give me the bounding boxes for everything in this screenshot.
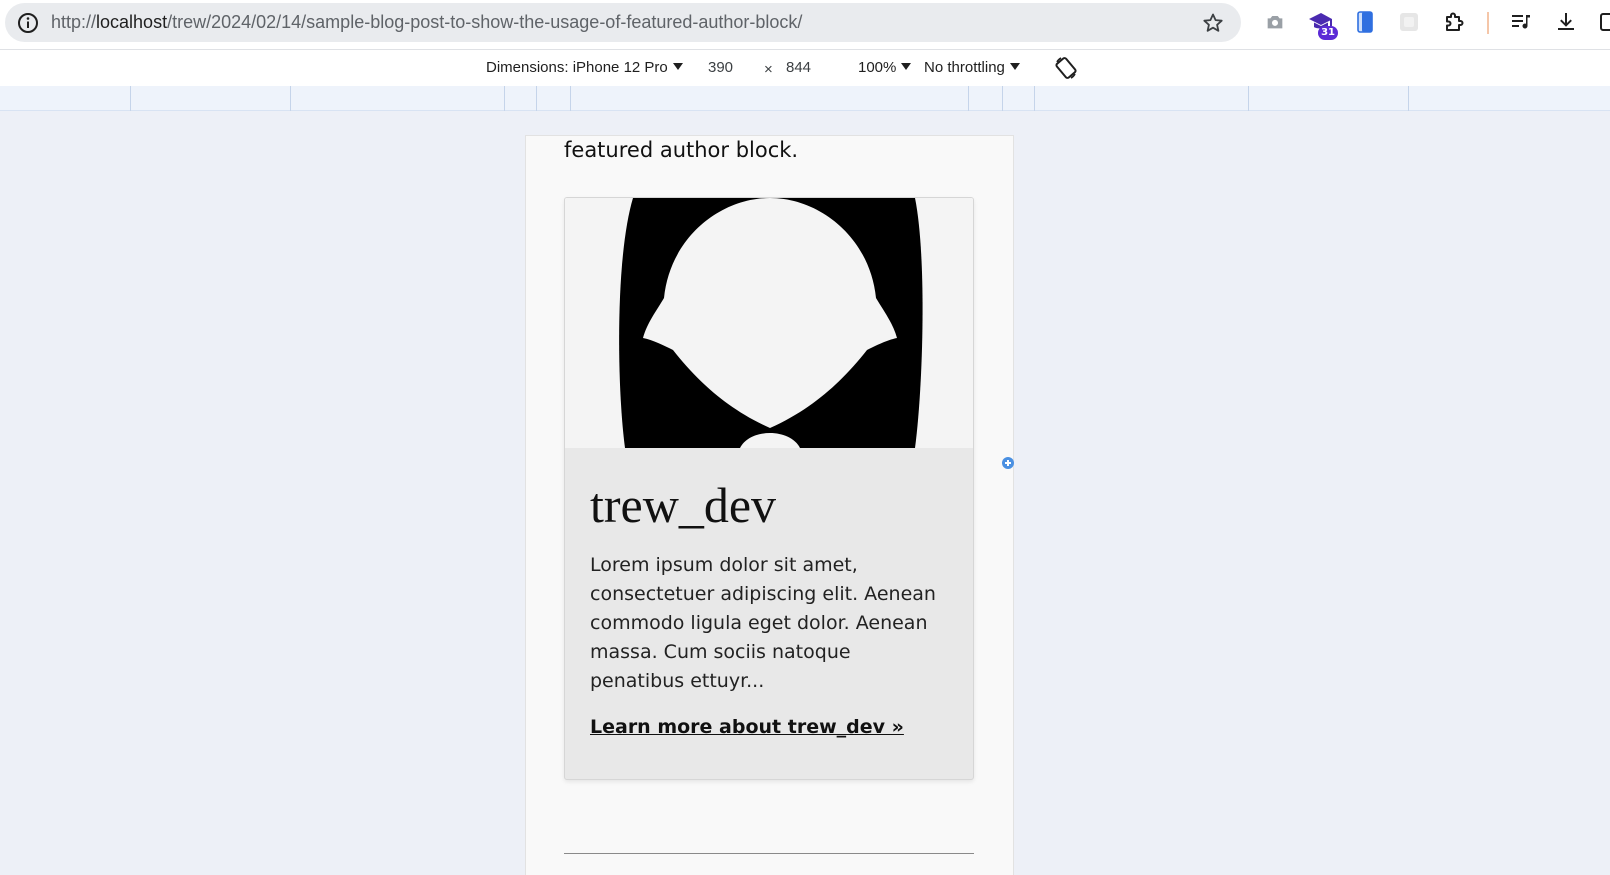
- ruler-tick: [1002, 86, 1003, 111]
- blank-extension-icon[interactable]: [1396, 9, 1422, 35]
- media-controls-icon[interactable]: [1508, 9, 1534, 35]
- content-divider: [564, 853, 974, 854]
- device-dimensions-label: Dimensions: iPhone 12 Pro: [486, 59, 668, 76]
- ruler-tick: [968, 86, 969, 111]
- default-avatar-icon: [565, 198, 973, 448]
- device-height-input[interactable]: 844: [786, 59, 811, 76]
- url-path: /trew/2024/02/14/sample-blog-post-to-sho…: [167, 12, 803, 32]
- media-query-ruler[interactable]: [0, 86, 1610, 111]
- throttling-select[interactable]: No throttling: [924, 59, 1020, 76]
- learn-more-author-link[interactable]: Learn more about trew_dev »: [590, 716, 904, 738]
- ruler-tick: [570, 86, 571, 111]
- featured-author-card: trew_dev Lorem ipsum dolor sit amet, con…: [564, 197, 974, 780]
- url-scheme: http://: [51, 12, 97, 32]
- device-dimensions-select[interactable]: Dimensions: iPhone 12 Pro: [486, 59, 683, 76]
- throttling-label: No throttling: [924, 59, 1005, 76]
- puzzle-extensions-icon[interactable]: [1441, 9, 1467, 35]
- graduation-cap-extension-icon[interactable]: 31: [1308, 9, 1338, 40]
- chevron-down-icon: [1009, 63, 1020, 70]
- phone-extension-icon[interactable]: [1352, 9, 1378, 35]
- browser-toolbar: http://localhost/trew/2024/02/14/sample-…: [0, 0, 1610, 48]
- chevron-down-icon: [901, 63, 912, 70]
- zoom-select[interactable]: 100%: [858, 59, 912, 76]
- resize-handle-icon[interactable]: [1001, 455, 1015, 471]
- device-width-input[interactable]: 390: [708, 59, 733, 76]
- ruler-tick: [1034, 86, 1035, 111]
- ruler-tick: [536, 86, 537, 111]
- address-bar[interactable]: http://localhost/trew/2024/02/14/sample-…: [5, 3, 1241, 42]
- author-name: trew_dev: [590, 477, 777, 533]
- dimension-separator: ×: [764, 61, 773, 78]
- chevron-down-icon: [672, 63, 683, 70]
- author-bio: Lorem ipsum dolor sit amet, consectetuer…: [590, 554, 936, 692]
- download-icon[interactable]: [1553, 9, 1579, 35]
- toolbar-separator: [1487, 12, 1489, 34]
- ruler-tick: [504, 86, 505, 111]
- url-text[interactable]: http://localhost/trew/2024/02/14/sample-…: [51, 12, 802, 33]
- split-view-icon[interactable]: [1596, 9, 1610, 35]
- info-icon[interactable]: [16, 11, 40, 35]
- extension-badge: 31: [1318, 26, 1338, 40]
- rotate-icon[interactable]: [1054, 55, 1078, 85]
- ruler-tick: [130, 86, 131, 111]
- star-icon[interactable]: [1201, 11, 1225, 35]
- device-viewport[interactable]: featured author block. trew_dev Lorem ip…: [525, 135, 1014, 875]
- url-host: localhost: [96, 12, 168, 32]
- camera-icon[interactable]: [1262, 9, 1288, 35]
- author-avatar: [565, 198, 973, 448]
- device-toolbar: Dimensions: iPhone 12 Pro 390 × 844 100%…: [0, 49, 1610, 85]
- zoom-label: 100%: [858, 59, 897, 76]
- ruler-tick: [1248, 86, 1249, 111]
- ruler-tick: [1408, 86, 1409, 111]
- ruler-tick: [290, 86, 291, 111]
- post-text: featured author block.: [564, 138, 799, 162]
